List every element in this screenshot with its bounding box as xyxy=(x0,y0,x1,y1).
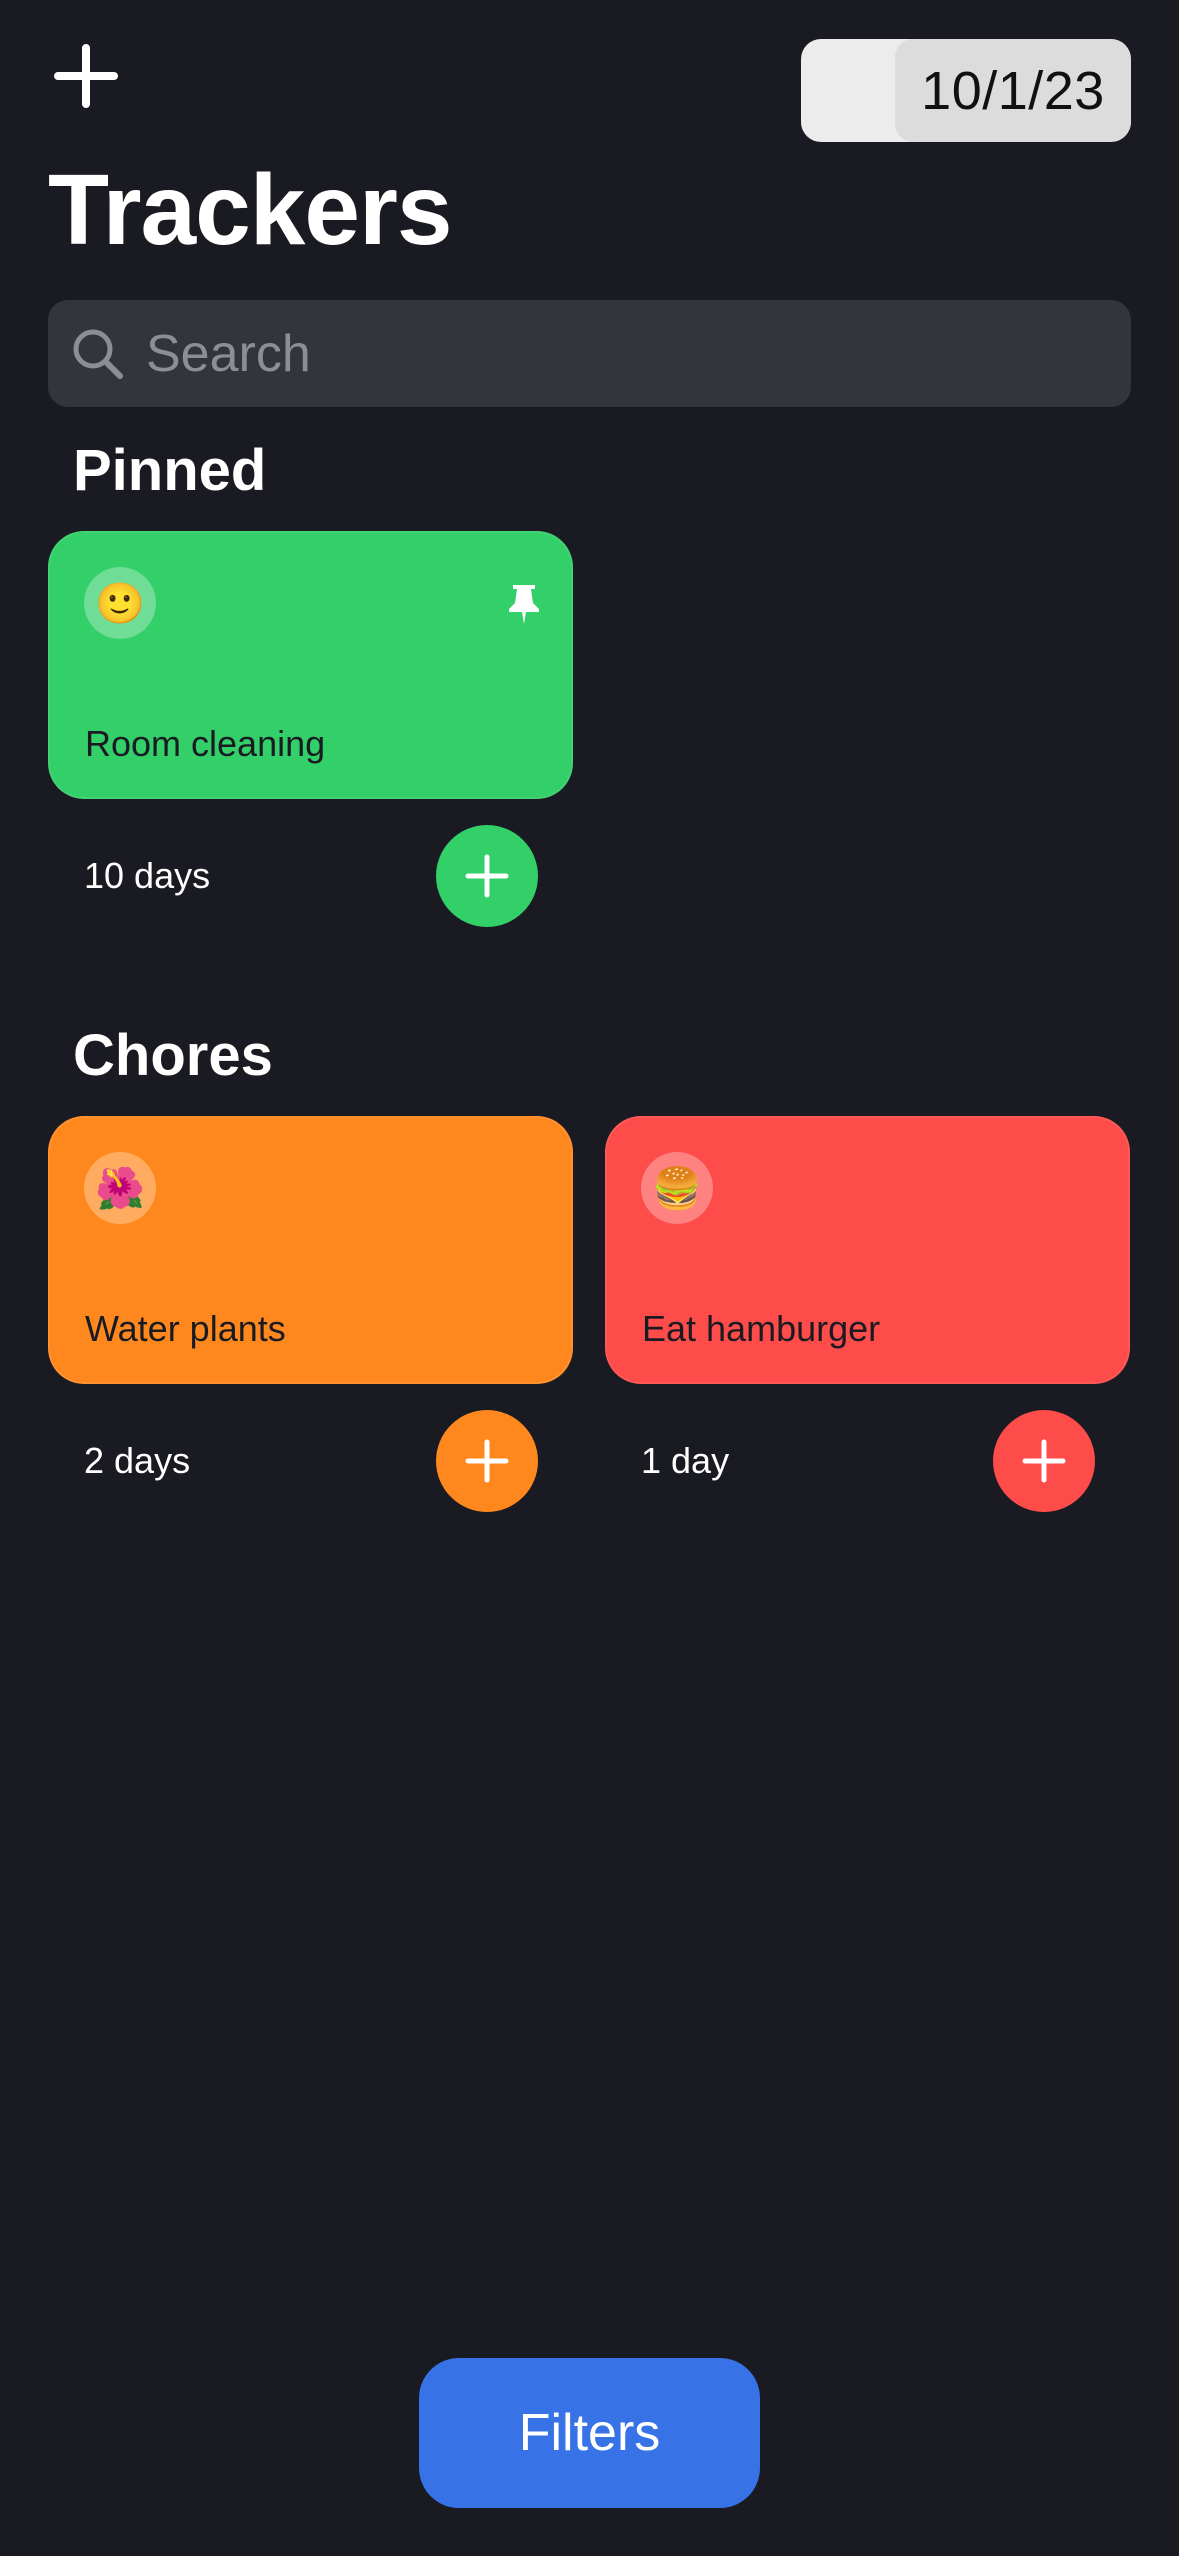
tracker-days-count: 10 days xyxy=(84,855,211,896)
complete-room-cleaning-button[interactable] xyxy=(436,825,538,927)
pin-icon xyxy=(509,585,539,624)
plus-icon xyxy=(54,44,118,108)
tracker-card-water-plants[interactable]: 🌺 Water plants xyxy=(48,1116,573,1384)
tracker-days-count: 2 days xyxy=(84,1440,191,1481)
tracker-days-count: 1 day xyxy=(641,1440,730,1481)
plus-icon xyxy=(465,854,509,898)
tracker-name: Room cleaning xyxy=(85,723,326,764)
tracker-emoji: 🙂 xyxy=(84,567,156,639)
date-picker-value: 10/1/23 xyxy=(895,39,1131,142)
plus-icon xyxy=(1022,1439,1066,1483)
search-input[interactable] xyxy=(144,322,1131,385)
tracker-card-eat-hamburger[interactable]: 🍔 Eat hamburger xyxy=(605,1116,1130,1384)
magnifier-icon xyxy=(73,329,123,379)
page-title: Trackers xyxy=(48,154,452,266)
filters-button[interactable]: Filters xyxy=(419,2358,760,2508)
search-bar[interactable] xyxy=(48,300,1131,407)
date-text: 10/1/23 xyxy=(921,60,1105,121)
complete-water-plants-button[interactable] xyxy=(436,1410,538,1512)
section-title-pinned: Pinned xyxy=(73,438,267,503)
complete-eat-hamburger-button[interactable] xyxy=(993,1410,1095,1512)
section-title-chores: Chores xyxy=(73,1023,273,1088)
tracker-emoji: 🍔 xyxy=(641,1152,713,1224)
tracker-emoji: 🌺 xyxy=(84,1152,156,1224)
tracker-name: Eat hamburger xyxy=(642,1308,881,1349)
tracker-name: Water plants xyxy=(85,1308,286,1349)
plus-icon xyxy=(465,1439,509,1483)
date-picker[interactable]: 10/1/23 xyxy=(801,39,1131,142)
tracker-card-room-cleaning[interactable]: 🙂 Room cleaning xyxy=(48,531,573,799)
add-tracker-button[interactable] xyxy=(50,40,122,112)
